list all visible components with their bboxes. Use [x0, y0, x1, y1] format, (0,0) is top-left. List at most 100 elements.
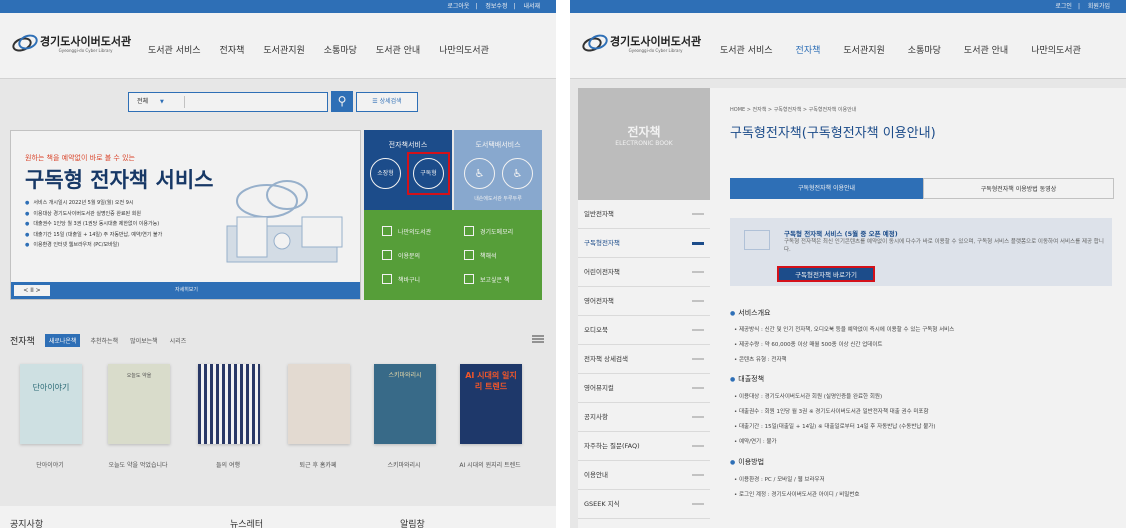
- edit-info-link[interactable]: 정보수정: [485, 3, 507, 10]
- quick-label: 책바구니: [398, 276, 421, 284]
- nav-my-library[interactable]: 나만의도서관: [439, 43, 489, 56]
- tab-popular[interactable]: 많이보는책: [130, 336, 158, 345]
- banner-more-link[interactable]: 자세히보기: [175, 286, 198, 293]
- book-title[interactable]: 퇴근 후 홈카페: [278, 460, 358, 469]
- dash-icon: [692, 329, 704, 331]
- banner-bullets: 서비스 개시일시 2022년 5월 9일(월) 오전 9시 이용대상 경기도사이…: [25, 198, 162, 251]
- sidebar-item-english-musical[interactable]: 영어뮤지컬: [578, 374, 710, 403]
- advanced-search-button[interactable]: ☰ 상세검색: [356, 92, 418, 112]
- notice-heading[interactable]: 공지사항: [10, 517, 43, 528]
- menu-icon[interactable]: [532, 335, 544, 343]
- book-title[interactable]: 스키마와리시: [364, 460, 444, 469]
- tab-new[interactable]: 새로나온책: [44, 334, 81, 347]
- book-list: 단아이야기 오늘도 약을 스키마와리시 AI 시대의 일지리 트렌드: [8, 364, 553, 464]
- nav-ebook[interactable]: 전자책: [220, 43, 245, 56]
- quick-inquiry[interactable]: 이용문의: [382, 250, 420, 260]
- go-subscription-ebook-button[interactable]: 구독형전자책 바로가기: [777, 266, 875, 282]
- search-input[interactable]: 전체 ▼: [128, 92, 328, 112]
- owned-ebook-button[interactable]: 소장형: [370, 158, 401, 189]
- tab-series[interactable]: 시리즈: [170, 336, 187, 345]
- tab-usage-guide[interactable]: 구독형전자책 이용안내: [730, 178, 923, 199]
- book-cover[interactable]: [288, 364, 350, 444]
- nav-community[interactable]: 소통마당: [324, 43, 357, 56]
- dash-icon: [692, 213, 704, 215]
- delivery-icon[interactable]: ♿: [464, 158, 495, 189]
- banner-title: 구독형 전자책 서비스: [25, 168, 214, 192]
- search-button[interactable]: ⚲: [331, 91, 353, 112]
- wishlist-icon: [464, 274, 474, 284]
- banner-kicker: 원하는 책을 예약없이 바로 볼 수 있는: [25, 154, 135, 162]
- sidebar-item-english-ebook[interactable]: 영어전자책: [578, 287, 710, 316]
- top-utility-bar: 로그인 | 회원가입: [570, 0, 1126, 13]
- nav-ebook[interactable]: 전자책: [796, 43, 821, 56]
- logout-link[interactable]: 로그아웃: [447, 3, 469, 10]
- site-logo[interactable]: 경기도사이버도서관 Gyeonggi-do Cyber Library: [10, 35, 131, 53]
- header: 경기도사이버도서관 Gyeonggi-do Cyber Library 도서관 …: [570, 13, 1126, 79]
- search-scope-select[interactable]: 전체: [137, 98, 148, 105]
- book-cover[interactable]: [198, 364, 260, 444]
- logo-name: 경기도사이버도서관: [40, 34, 132, 48]
- dash-icon: [692, 416, 704, 418]
- book-title[interactable]: 단아이야기: [10, 460, 90, 469]
- sidebar-item-kids-ebook[interactable]: 어린이전자책: [578, 258, 710, 287]
- sidebar-item-notice[interactable]: 공지사항: [578, 403, 710, 432]
- sidebar-item-label: 영어전자책: [584, 297, 614, 305]
- book-cover[interactable]: 스키마와리시: [374, 364, 436, 444]
- top-utility-bar: 로그아웃 | 정보수정 | 내서재: [0, 0, 556, 13]
- quick-gyeonggi-memory[interactable]: 경기도메모리: [464, 226, 513, 236]
- dash-icon: [692, 474, 704, 476]
- book-cover[interactable]: 오늘도 약을: [108, 364, 170, 444]
- logo-subtitle: Gyeonggi-do Cyber Library: [58, 47, 113, 53]
- main-nav: 도서관 서비스 전자책 도서관지원 소통마당 도서관 안내 나만의도서관: [720, 43, 1104, 56]
- promo-banner[interactable]: 원하는 책을 예약없이 바로 볼 수 있는 구독형 전자책 서비스 서비스 개시…: [10, 130, 361, 300]
- banner-pager[interactable]: < II >: [14, 285, 50, 296]
- nav-library-support[interactable]: 도서관지원: [263, 43, 304, 56]
- book-cover[interactable]: AI 시대의 일지리 트렌드: [460, 364, 522, 444]
- sidebar-item-general-ebook[interactable]: 일반전자책: [578, 200, 710, 229]
- accessibility-icon[interactable]: ♿: [502, 158, 533, 189]
- section-title-overview: 서비스개요: [730, 308, 770, 318]
- sidebar-item-subscription-ebook[interactable]: 구독형전자책: [578, 229, 710, 258]
- nav-library-info[interactable]: 도서관 안내: [376, 43, 420, 56]
- nav-library-service[interactable]: 도서관 서비스: [148, 43, 201, 56]
- quick-wish-book[interactable]: 보고싶은 책: [464, 274, 510, 284]
- sidebar-item-label: 이용안내: [584, 471, 608, 479]
- sidebar-item-label: 영어뮤지컬: [584, 384, 614, 392]
- quick-book-analysis[interactable]: 책해석: [464, 250, 497, 260]
- quick-book-basket[interactable]: 책바구니: [382, 274, 420, 284]
- dash-icon: [692, 445, 704, 447]
- nav-community[interactable]: 소통마당: [908, 43, 941, 56]
- notice-headline: 구독형 전자책 서비스 (5월 중 오픈 예정): [784, 230, 898, 238]
- site-logo[interactable]: 경기도사이버도서관 Gyeonggi-do Cyber Library: [580, 35, 701, 53]
- alert-heading[interactable]: 알림창: [400, 517, 425, 528]
- login-link[interactable]: 로그인: [1055, 3, 1072, 10]
- notice-body: 구독형 전자책은 최신 인기콘텐츠를 예약없이 동시에 다수가 바로 이용할 수…: [784, 239, 1104, 253]
- sidebar-item-audiobook[interactable]: 오디오북: [578, 316, 710, 345]
- ebook-service-box: 전자책서비스 소장형 구독형: [364, 130, 452, 210]
- sidebar-item-faq[interactable]: 자주하는 질문(FAQ): [578, 432, 710, 461]
- signup-link[interactable]: 회원가입: [1088, 3, 1110, 10]
- divider: [184, 96, 185, 108]
- sidebar-item-gseek[interactable]: GSEEK 지식: [578, 490, 710, 519]
- list-item: 예약/연기 : 불가: [734, 437, 777, 445]
- newsletter-heading[interactable]: 뉴스레터: [230, 517, 263, 528]
- dash-icon: [692, 387, 704, 389]
- nav-library-support[interactable]: 도서관지원: [843, 43, 884, 56]
- main-page: 로그아웃 | 정보수정 | 내서재 경기도사이버도서관 Gyeonggi-do Cy…: [0, 0, 556, 528]
- sidebar-item-guide[interactable]: 이용안내: [578, 461, 710, 490]
- tab-usage-video[interactable]: 구독형전자책 이용방법 동영상: [923, 178, 1114, 199]
- book-cover[interactable]: 단아이야기: [20, 364, 82, 444]
- my-library-link[interactable]: 내서재: [523, 3, 540, 10]
- nav-library-service[interactable]: 도서관 서비스: [720, 43, 773, 56]
- tab-recommended[interactable]: 추천하는책: [90, 336, 118, 345]
- sidebar-item-detail-search[interactable]: 전자책 상세검색: [578, 345, 710, 374]
- logo-subtitle: Gyeonggi-do Cyber Library: [628, 47, 683, 53]
- main-nav: 도서관 서비스 전자책 도서관지원 소통마당 도서관 안내 나만의도서관: [148, 43, 508, 56]
- quick-my-library[interactable]: 나만의도서관: [382, 226, 431, 236]
- book-title[interactable]: AI 시대의 윈지리 트렌드: [450, 460, 530, 469]
- nav-library-info[interactable]: 도서관 안내: [964, 43, 1008, 56]
- sidebar-subtitle: ELECTRONIC BOOK: [615, 140, 673, 147]
- nav-my-library[interactable]: 나만의도서관: [1031, 43, 1081, 56]
- book-title[interactable]: 들의 여행: [188, 460, 268, 469]
- book-title[interactable]: 오늘도 약을 먹었습니다: [98, 460, 178, 469]
